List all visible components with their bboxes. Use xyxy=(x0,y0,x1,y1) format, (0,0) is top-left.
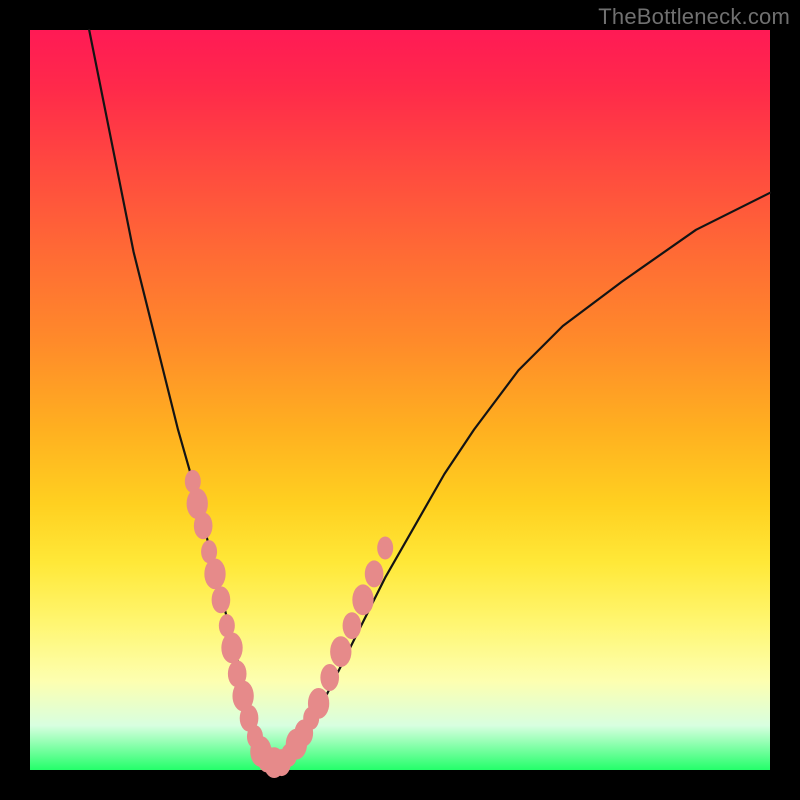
curve-marker xyxy=(204,559,225,590)
curve-marker xyxy=(212,586,231,613)
chart-frame: TheBottleneck.com xyxy=(0,0,800,800)
curve-marker xyxy=(330,636,351,667)
curve-marker xyxy=(194,512,213,539)
plot-area xyxy=(30,30,770,770)
curve-marker xyxy=(352,584,373,615)
curve-marker xyxy=(377,536,393,559)
curve-marker xyxy=(365,560,384,587)
watermark-text: TheBottleneck.com xyxy=(598,4,790,30)
chart-svg xyxy=(30,30,770,770)
curve-marker xyxy=(221,633,242,664)
curve-marker xyxy=(320,664,339,691)
bottleneck-curve xyxy=(89,30,770,763)
curve-marker xyxy=(308,688,329,719)
curve-marker xyxy=(343,612,362,639)
